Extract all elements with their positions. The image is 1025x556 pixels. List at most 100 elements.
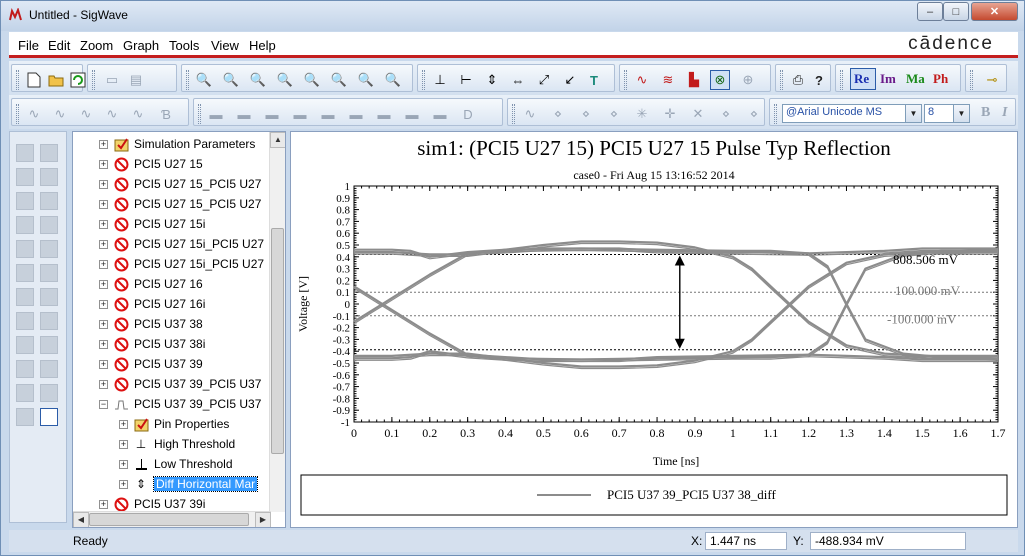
slope-marker-icon[interactable]: ↙ [560, 70, 580, 90]
toolbar-grip[interactable] [92, 70, 95, 90]
toolbar-grip[interactable] [512, 104, 515, 124]
expand-toggle-icon[interactable]: + [99, 179, 108, 189]
line-width-default-icon[interactable]: D [458, 104, 478, 124]
chevron-down-icon[interactable]: ▼ [953, 105, 969, 122]
symbol-diamond-icon[interactable]: ⋄ [716, 104, 736, 124]
toolbar-grip[interactable] [840, 70, 843, 90]
layout-cell-icon[interactable] [16, 336, 34, 354]
symbol-none-icon[interactable]: ∿ [520, 104, 540, 124]
menu-edit[interactable]: Edit [48, 38, 70, 53]
menu-help[interactable]: Help [249, 38, 276, 53]
expand-toggle-icon[interactable]: + [99, 499, 108, 509]
tree-item[interactable]: + ⇕ Diff Horizontal Mar [119, 474, 259, 494]
title-bar[interactable]: Untitled - SigWave – □ ✕ [1, 1, 1024, 31]
tree-item[interactable]: + PCI5 U27 15i_PCI5 U27 [99, 254, 264, 274]
font-name-select[interactable]: @Arial Unicode MS ▼ [782, 104, 922, 123]
close-button[interactable]: ✕ [971, 2, 1018, 21]
horizontal-marker-icon[interactable]: ⊢ [456, 70, 476, 90]
eye-diagram-chart[interactable]: sim1: (PCI5 U27 15) PCI5 U27 15 Pulse Ty… [291, 132, 1017, 527]
expand-toggle-icon[interactable]: + [119, 459, 128, 469]
line-style-dashdot-icon[interactable]: ∿ [102, 104, 122, 124]
toolbar-grip[interactable] [16, 104, 19, 124]
tree-item[interactable]: + PCI5 U27 15i_PCI5 U27 [99, 234, 264, 254]
line-style-dash-icon[interactable]: ∿ [50, 104, 70, 124]
refresh-icon[interactable] [68, 70, 88, 90]
layout-cell-icon[interactable] [40, 384, 58, 402]
diagonal-marker-icon[interactable]: ⤢ [534, 70, 554, 90]
layout-cell-icon[interactable] [16, 240, 34, 258]
expand-toggle-icon[interactable]: + [99, 319, 108, 329]
layout-cell-icon[interactable] [16, 360, 34, 378]
line-width-8-icon[interactable]: ▬ [402, 104, 422, 124]
layout-cell-icon[interactable] [16, 216, 34, 234]
tree-item[interactable]: + PCI5 U27 15 [99, 154, 203, 174]
zoom-previous-icon[interactable]: 🔍 [383, 70, 403, 90]
line-width-4-icon[interactable]: ▬ [290, 104, 310, 124]
symbol-triangle-icon[interactable]: ⋄ [604, 104, 624, 124]
line-style-default-icon[interactable]: Ɓ [156, 104, 176, 124]
layout-cell-icon[interactable] [16, 168, 34, 186]
expand-toggle-icon[interactable]: − [99, 399, 108, 409]
toolbar-grip[interactable] [774, 104, 777, 124]
tree-item[interactable]: + PCI5 U27 15_PCI5 U27 [99, 174, 261, 194]
layout-cell-icon[interactable] [40, 312, 58, 330]
expand-toggle-icon[interactable]: + [119, 419, 128, 429]
toolbar-grip[interactable] [422, 70, 425, 90]
layout-cell-icon[interactable] [16, 408, 34, 426]
line-width-9-icon[interactable]: ▬ [430, 104, 450, 124]
tree-hscroll-thumb[interactable] [89, 513, 249, 526]
expand-toggle-icon[interactable]: + [99, 339, 108, 349]
layout-cell-icon[interactable] [40, 288, 58, 306]
layout-cell-icon[interactable] [16, 192, 34, 210]
layout-cell-icon[interactable] [40, 192, 58, 210]
zoom-in-icon[interactable]: 🔍 [248, 70, 268, 90]
symbol-square-icon[interactable]: ⋄ [576, 104, 596, 124]
paste-icon[interactable]: ▤ [126, 70, 146, 90]
zoom-y-icon[interactable]: 🔍 [329, 70, 349, 90]
layout-cell-icon[interactable] [40, 168, 58, 186]
zoom-one-to-two-icon[interactable]: 🔍 [356, 70, 376, 90]
eye-diagram-icon[interactable]: ⊗ [710, 70, 730, 90]
tree-vertical-scrollbar[interactable]: ▲ [269, 132, 285, 512]
font-size-select[interactable]: 8 ▼ [924, 104, 970, 123]
menu-graph[interactable]: Graph [123, 38, 159, 53]
layout-cell-selected-icon[interactable] [40, 408, 58, 426]
diff-vertical-marker-icon[interactable]: ⇕ [482, 70, 502, 90]
zoom-fit-icon[interactable]: 🔍 [194, 70, 214, 90]
vertical-marker-icon[interactable]: ⊥ [430, 70, 450, 90]
tree-horizontal-scrollbar[interactable]: ◀ ▶ [73, 511, 271, 527]
line-style-solid-icon[interactable]: ∿ [24, 104, 44, 124]
waveform-view-icon[interactable]: ∿ [632, 70, 652, 90]
expand-toggle-icon[interactable]: + [99, 279, 108, 289]
scroll-up-icon[interactable]: ▲ [270, 132, 285, 148]
expand-toggle-icon[interactable]: + [119, 439, 128, 449]
text-tool-icon[interactable]: T [584, 70, 604, 90]
tree-item[interactable]: − PCI5 U37 39_PCI5 U37 [99, 394, 261, 414]
toolbar-grip[interactable] [186, 70, 189, 90]
menu-zoom[interactable]: Zoom [80, 38, 113, 53]
maximize-button[interactable]: □ [943, 2, 969, 21]
tree-item[interactable]: + ⊥ High Threshold [119, 434, 235, 454]
tree-item[interactable]: + PCI5 U37 38i [99, 334, 205, 354]
italic-button[interactable]: I [1002, 105, 1007, 121]
line-width-7-icon[interactable]: ▬ [374, 104, 394, 124]
expand-toggle-icon[interactable]: + [99, 379, 108, 389]
expand-toggle-icon[interactable]: + [99, 219, 108, 229]
real-part-button[interactable]: Re [854, 71, 869, 87]
tree-item[interactable]: + PCI5 U27 15i [99, 214, 205, 234]
layout-cell-icon[interactable] [40, 216, 58, 234]
tree-item[interactable]: + PCI5 U27 15_PCI5 U27 [99, 194, 261, 214]
print-icon[interactable]: ⎙ [788, 70, 808, 90]
symbol-plus-icon[interactable]: ✛ [660, 104, 680, 124]
layout-cell-icon[interactable] [40, 336, 58, 354]
tree-item[interactable]: + Simulation Parameters [99, 134, 255, 154]
toolbar-grip[interactable] [198, 104, 201, 124]
tree-item[interactable]: + PCI5 U37 39 [99, 354, 203, 374]
symbol-circle-icon[interactable]: ⋄ [548, 104, 568, 124]
expand-toggle-icon[interactable]: + [99, 259, 108, 269]
toolbar-grip[interactable] [780, 70, 783, 90]
imaginary-part-button[interactable]: Im [880, 71, 896, 87]
menu-view[interactable]: View [211, 38, 239, 53]
toolbar-grip[interactable] [624, 70, 627, 90]
layout-cell-icon[interactable] [40, 144, 58, 162]
